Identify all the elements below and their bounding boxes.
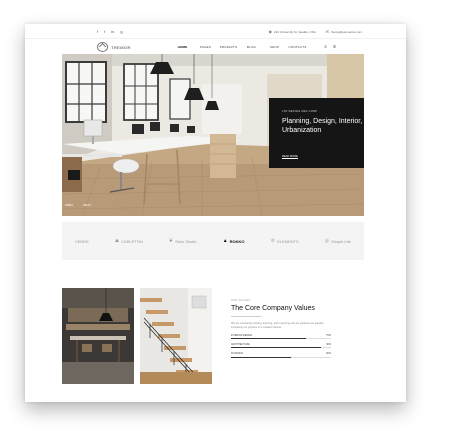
nav-item-contacts[interactable]: CONTACTS bbox=[286, 45, 309, 49]
brand-carleton-logo[interactable]: ⛰ CARLETON bbox=[115, 238, 143, 244]
brand-stein-studio-logo[interactable]: ❦ Stein Studio bbox=[169, 238, 197, 244]
email-link[interactable]: theme@elementor.com bbox=[331, 30, 362, 34]
hero-kicker: LTD DESIGN AND CORP bbox=[282, 110, 318, 113]
brand-name: CARLETON bbox=[121, 238, 143, 244]
leaf-icon: ❦ bbox=[168, 238, 174, 244]
skill-percent: 60% bbox=[326, 352, 331, 356]
logo-icon bbox=[97, 42, 108, 52]
skill-bar-track bbox=[231, 347, 331, 349]
site-header: TREMOR HOME PAGES PROJECTS BLOG SHOP CON… bbox=[25, 38, 406, 55]
skill-bar-track bbox=[231, 356, 331, 358]
slider-nav: PREV NEXT bbox=[65, 203, 91, 207]
hero-slider: LTD DESIGN AND CORP Planning, Design, In… bbox=[62, 54, 364, 216]
logo-text: TREMOR bbox=[111, 44, 131, 50]
skill-bar-fill bbox=[231, 347, 321, 349]
skill-label: PLANNING bbox=[231, 352, 244, 356]
logo[interactable]: TREMOR bbox=[97, 42, 131, 52]
nav-item-blog[interactable]: BLOG bbox=[240, 45, 263, 49]
address-text: 222 University St, Seattle, USA bbox=[274, 29, 316, 34]
skill-label: ARCHITECTURE bbox=[231, 342, 250, 346]
hero-caption-box: LTD DESIGN AND CORP Planning, Design, In… bbox=[269, 98, 364, 168]
kitchen-image bbox=[62, 288, 134, 384]
social-links: f t in g bbox=[97, 29, 123, 34]
location-icon: ◉ bbox=[268, 29, 273, 34]
google-icon[interactable]: g bbox=[120, 29, 122, 34]
skill-bar-track bbox=[231, 338, 331, 339]
search-icon[interactable]: ⌕ bbox=[324, 44, 327, 50]
linkedin-icon[interactable]: in bbox=[111, 29, 114, 34]
core-values-section: OUR VALUES The Core Company Values We ar… bbox=[231, 299, 331, 358]
triangle-icon: ▲ bbox=[222, 238, 228, 244]
slider-prev-button[interactable]: PREV bbox=[65, 203, 73, 207]
header-icons: ⌕ ≡ bbox=[324, 44, 336, 50]
hero-read-more-link[interactable]: READ MORE bbox=[282, 155, 298, 159]
nav-item-shop[interactable]: SHOP bbox=[263, 45, 286, 49]
circle-icon: ◎ bbox=[324, 238, 330, 244]
website-page: f t in g ◉ 222 University St, Seattle, U… bbox=[25, 24, 406, 402]
skill-percent: 90% bbox=[326, 342, 331, 346]
brand-name: VENDE bbox=[75, 238, 89, 244]
brand-name: ELEMENTS bbox=[277, 238, 299, 244]
skill-bar: ARCHITECTURE 90% bbox=[231, 342, 331, 349]
slider-next-button[interactable]: NEXT bbox=[83, 203, 91, 207]
skill-bar-fill bbox=[231, 338, 306, 339]
section-description: We are constantly growing, learning, and… bbox=[231, 321, 324, 329]
skill-percent: 75% bbox=[326, 333, 331, 337]
brand-name: Simple Life bbox=[331, 238, 351, 244]
facebook-icon[interactable]: f bbox=[97, 29, 98, 34]
mail-icon: ✉ bbox=[325, 29, 329, 34]
section-kicker: OUR VALUES bbox=[231, 299, 251, 302]
mountain-icon: ⛰ bbox=[114, 238, 120, 244]
brand-vende-logo[interactable]: VENDE bbox=[75, 239, 89, 244]
top-bar: f t in g ◉ 222 University St, Seattle, U… bbox=[25, 24, 406, 38]
skill-label: INTERIOR DESIGN bbox=[231, 333, 253, 337]
nav-item-home[interactable]: HOME bbox=[171, 45, 194, 49]
brand-name: Stein Studio bbox=[175, 238, 197, 244]
main-nav: HOME PAGES PROJECTS BLOG SHOP CONTACTS bbox=[171, 45, 309, 49]
hero-title: Planning, Design, Interior, Urbanization bbox=[282, 118, 363, 134]
skill-bar: PLANNING 60% bbox=[231, 352, 331, 358]
skill-bar: INTERIOR DESIGN 75% bbox=[231, 334, 331, 339]
divider bbox=[231, 316, 261, 317]
contact-info: ◉ 222 University St, Seattle, USA ✉ them… bbox=[269, 29, 362, 34]
menu-icon[interactable]: ≡ bbox=[333, 44, 336, 50]
brand-name: ROKKO bbox=[229, 238, 245, 244]
crown-icon: ♔ bbox=[270, 238, 276, 244]
staircase-image bbox=[140, 288, 212, 384]
twitter-icon[interactable]: t bbox=[104, 29, 105, 34]
brand-rokko-logo[interactable]: ▲ ROKKO bbox=[223, 238, 245, 244]
nav-item-pages[interactable]: PAGES bbox=[194, 45, 217, 49]
brand-logos-strip: VENDE ⛰ CARLETON ❦ Stein Studio ▲ ROKKO … bbox=[62, 222, 364, 260]
nav-item-projects[interactable]: PROJECTS bbox=[217, 45, 240, 49]
brand-simple-life-logo[interactable]: ◎ Simple Life bbox=[325, 238, 351, 244]
section-title: The Core Company Values bbox=[231, 305, 315, 312]
brand-elements-logo[interactable]: ♔ ELEMENTS bbox=[271, 238, 299, 244]
skill-bar-fill bbox=[231, 356, 291, 358]
